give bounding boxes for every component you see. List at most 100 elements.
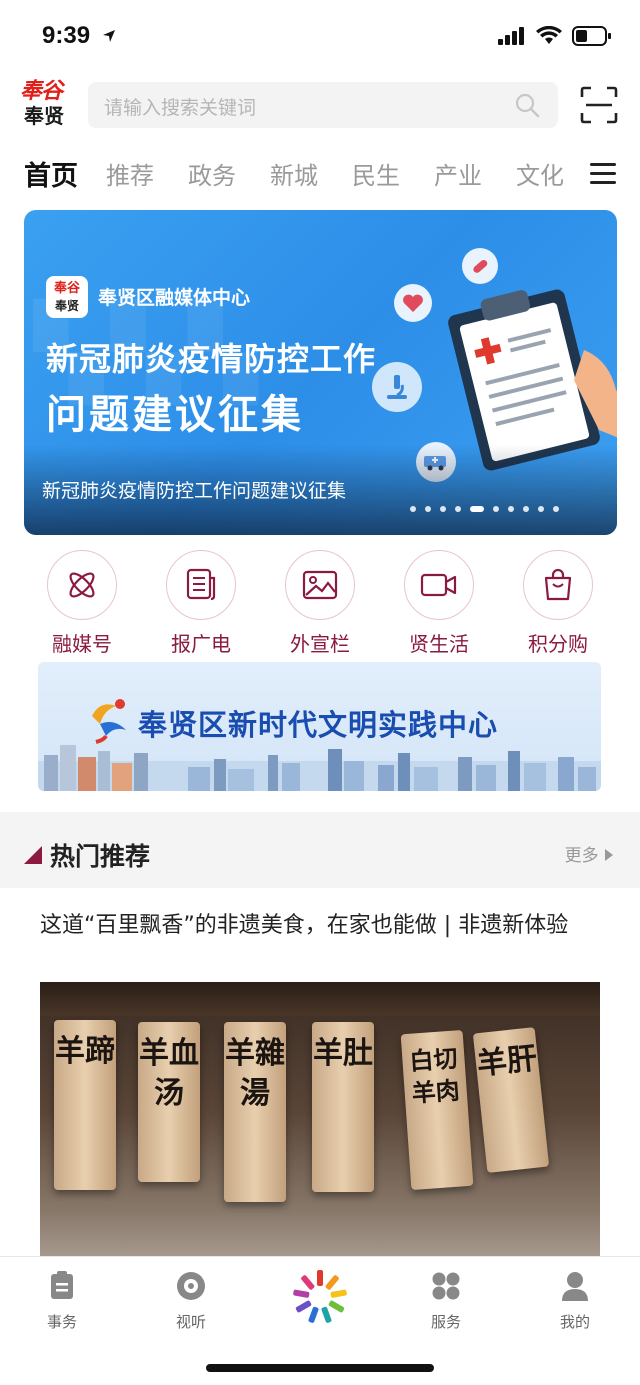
search-input[interactable]: 请输入搜索关键词 — [88, 82, 558, 128]
carousel-dot[interactable] — [440, 506, 446, 512]
quick-link-circle — [166, 550, 236, 620]
video-icon — [420, 573, 457, 597]
disc-icon — [177, 1272, 205, 1300]
tab-livelihood[interactable]: 民生 — [352, 156, 400, 191]
sign-text: 羊肚 — [313, 1036, 373, 1071]
quick-link-label: 积分购 — [528, 632, 588, 656]
sign-text: 羊血汤 — [139, 1036, 199, 1111]
search-icon[interactable] — [514, 92, 540, 118]
sign-text: 羊蹄 — [55, 1034, 115, 1069]
carousel-dot[interactable] — [410, 506, 416, 512]
banner-caption: 新冠肺炎疫情防控工作问题建议征集 — [42, 480, 347, 502]
wifi-icon — [536, 26, 562, 44]
wooden-sign: 白切羊肉 — [400, 1030, 474, 1190]
carousel-dot-active[interactable] — [470, 506, 484, 512]
quick-link-life[interactable]: 贤生活 — [384, 550, 494, 657]
section-divider — [0, 812, 640, 832]
banner-brand: 奉贤区融媒体中心 — [98, 287, 251, 309]
nav-services[interactable]: 服务 — [406, 1271, 486, 1332]
quick-link-newspaper[interactable]: 报广电 — [146, 550, 256, 657]
wooden-beam — [40, 982, 600, 1016]
tab-government[interactable]: 政务 — [188, 156, 236, 191]
pill-icon — [462, 248, 498, 284]
nav-media[interactable]: 视听 — [151, 1271, 231, 1332]
home-indicator[interactable] — [206, 1364, 434, 1372]
quick-link-points-shop[interactable]: 积分购 — [503, 550, 613, 657]
civic-center-logo — [92, 699, 126, 744]
cellular-signal-icon — [498, 27, 524, 45]
sign-text: 羊肝 — [475, 1041, 539, 1083]
sign-text: 白切羊肉 — [408, 1043, 461, 1108]
quick-links: 融媒号 报广电 外宣栏 贤生活 积分购 — [0, 550, 640, 660]
status-bar: 9:39 — [0, 0, 640, 70]
nav-label: 我的 — [559, 1313, 590, 1331]
article-title: 这道“百里飘香”的非遗美食，在家也能做 | 非遗新体验 — [40, 913, 569, 938]
carousel-dot[interactable] — [425, 506, 431, 512]
hot-recommendations-title: 热门推荐 — [50, 842, 151, 871]
nav-profile[interactable]: 我的 — [535, 1271, 615, 1332]
carousel-dot[interactable] — [538, 506, 544, 512]
carousel-dot[interactable] — [493, 506, 499, 512]
search-placeholder: 请输入搜索关键词 — [104, 97, 257, 119]
wooden-sign: 羊血汤 — [138, 1022, 200, 1182]
tab-recommend[interactable]: 推荐 — [106, 156, 154, 191]
banner-brand-logo-bottom: 奉贤 — [54, 299, 79, 313]
sign-text: 羊雜湯 — [225, 1036, 285, 1111]
nav-label: 视听 — [175, 1313, 206, 1331]
hero-banner[interactable]: ▚▚▚ 奉谷 奉贤 奉贤区融媒体中心 新冠肺炎疫情防控工作 问题建议征集 新冠肺… — [24, 210, 617, 535]
user-icon — [562, 1272, 588, 1301]
app-logo-top: 奉谷 — [20, 79, 63, 104]
tab-industry[interactable]: 产业 — [434, 156, 482, 191]
battery-icon — [572, 26, 611, 46]
app-logo-bottom: 奉贤 — [24, 104, 64, 128]
civic-center-title: 奉贤区新时代文明实践中心 — [138, 708, 499, 742]
menu-icon[interactable] — [590, 162, 616, 186]
wooden-sign: 羊肝 — [472, 1027, 550, 1173]
star-logo-icon — [293, 1270, 347, 1323]
banner-headline-2: 问题建议征集 — [46, 392, 304, 438]
clipboard-icon — [51, 1271, 73, 1299]
carousel-dot[interactable] — [455, 506, 461, 512]
hot-recommendations-header: 热门推荐 更多 — [0, 832, 640, 888]
tab-new-city[interactable]: 新城 — [270, 156, 318, 191]
shopping-bag-icon — [544, 568, 572, 601]
app-logo[interactable]: 奉谷 奉贤 — [20, 80, 76, 132]
article-card[interactable]: 这道“百里飘香”的非遗美食，在家也能做 | 非遗新体验 羊蹄 羊血汤 羊雜湯 羊… — [22, 890, 618, 1272]
tab-home[interactable]: 首页 — [24, 154, 78, 193]
nav-label: 事务 — [46, 1313, 77, 1331]
wooden-sign: 羊雜湯 — [224, 1022, 286, 1202]
quick-link-publicity-board[interactable]: 外宣栏 — [265, 550, 375, 657]
quick-link-circle — [523, 550, 593, 620]
quick-link-circle — [404, 550, 474, 620]
quick-link-circle — [47, 550, 117, 620]
scan-icon[interactable] — [580, 86, 618, 124]
more-label: 更多 — [564, 846, 599, 866]
quick-link-media-account[interactable]: 融媒号 — [27, 550, 137, 657]
quick-link-label: 贤生活 — [409, 632, 469, 656]
carousel-dot[interactable] — [523, 506, 529, 512]
banner-brand-logo-top: 奉谷 — [53, 281, 80, 296]
nav-home-logo[interactable] — [280, 1267, 360, 1331]
quick-link-label: 报广电 — [171, 632, 231, 656]
carousel-dot[interactable] — [553, 506, 559, 512]
article-image: 羊蹄 羊血汤 羊雜湯 羊肚 白切羊肉 羊肝 — [40, 982, 600, 1272]
banner-brand-logo: 奉谷 奉贤 — [46, 276, 88, 318]
location-arrow-icon — [103, 30, 115, 42]
microscope-icon — [372, 362, 422, 412]
status-time: 9:39 — [42, 22, 91, 49]
nav-affairs[interactable]: 事务 — [22, 1271, 102, 1332]
tab-culture[interactable]: 文化 — [516, 156, 564, 191]
triangle-right-icon — [605, 849, 613, 861]
section-marker-icon — [24, 846, 42, 864]
top-header: 奉谷 奉贤 请输入搜索关键词 — [0, 78, 640, 134]
quick-link-circle — [285, 550, 355, 620]
carousel-dot[interactable] — [508, 506, 514, 512]
grid-icon — [432, 1272, 460, 1300]
civic-center-banner[interactable]: 奉贤区新时代文明实践中心 — [38, 662, 601, 791]
city-skyline-illustration — [38, 745, 601, 791]
orbit-icon — [69, 572, 95, 598]
image-icon — [302, 570, 338, 600]
banner-headline-1: 新冠肺炎疫情防控工作 — [46, 340, 377, 378]
quick-link-label: 融媒号 — [52, 632, 112, 656]
more-link[interactable]: 更多 — [565, 841, 614, 866]
